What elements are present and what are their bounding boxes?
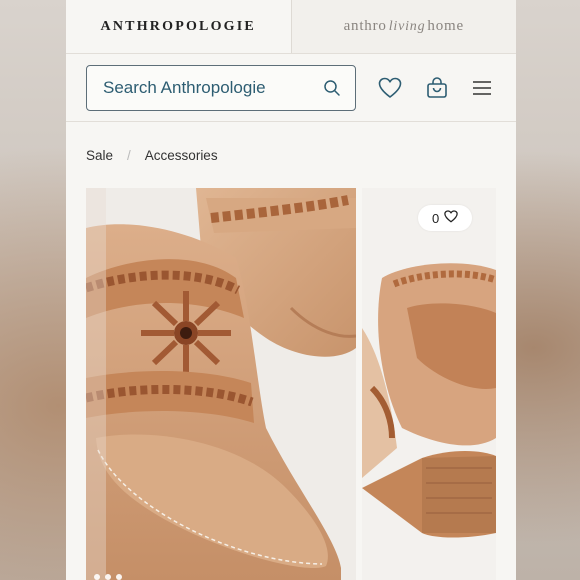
carousel-dot[interactable] <box>94 574 100 580</box>
product-image-secondary[interactable]: 0 <box>362 188 496 580</box>
breadcrumb-separator: / <box>127 147 131 163</box>
hamburger-menu-icon[interactable] <box>472 80 492 96</box>
carousel-dots <box>94 574 122 580</box>
tab-anthropologie[interactable]: ANTHROPOLOGIE <box>66 0 292 53</box>
breadcrumb: Sale / Accessories <box>66 122 516 188</box>
search-icon[interactable] <box>323 79 341 97</box>
logo-suffix: home <box>427 18 464 34</box>
header-bar <box>66 54 516 122</box>
search-input[interactable] <box>103 77 303 98</box>
anthropologie-logo: ANTHROPOLOGIE <box>100 18 256 34</box>
search-box[interactable] <box>86 64 356 111</box>
breadcrumb-sale[interactable]: Sale <box>86 148 113 163</box>
carousel-dot[interactable] <box>105 574 111 580</box>
breadcrumb-accessories[interactable]: Accessories <box>145 148 218 163</box>
logo-script: living <box>388 19 426 34</box>
favorite-count: 0 <box>432 210 440 226</box>
heart-icon[interactable] <box>378 77 402 99</box>
product-image-main[interactable] <box>86 188 356 580</box>
favorite-button[interactable]: 0 <box>418 205 473 231</box>
brand-tabs: ANTHROPOLOGIE anthro living home <box>66 0 516 54</box>
product-gallery: 0 <box>86 188 496 580</box>
mobile-page: ANTHROPOLOGIE anthro living home Search … <box>66 0 516 580</box>
tab-anthroliving-home[interactable]: anthro living home <box>291 0 516 53</box>
logo-prefix: anthro <box>343 18 387 34</box>
carousel-dot[interactable] <box>116 574 122 580</box>
anthroliving-logo: anthro living home <box>344 18 464 35</box>
header-icons <box>378 76 492 99</box>
heart-icon <box>444 210 459 226</box>
shopping-bag-icon[interactable] <box>426 76 448 99</box>
